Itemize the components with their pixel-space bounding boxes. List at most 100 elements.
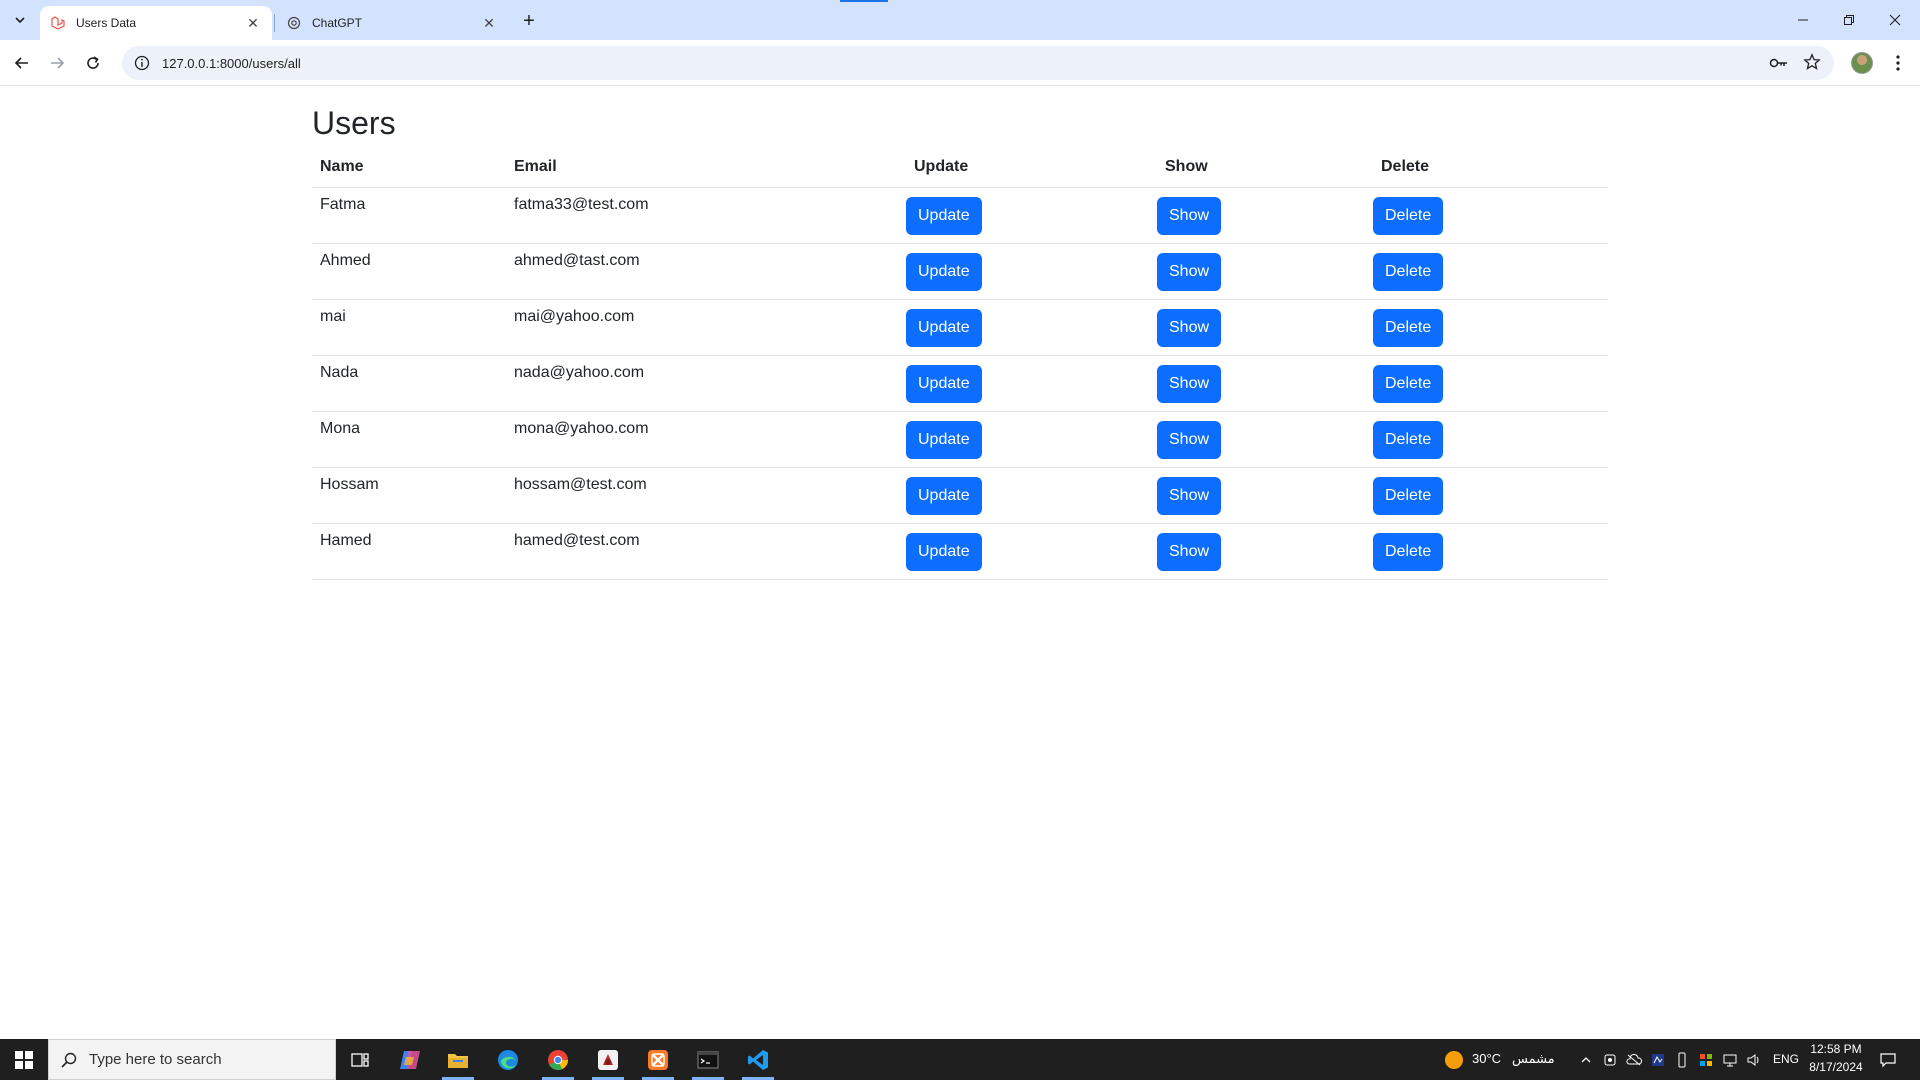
app-red-icon [598, 1049, 618, 1070]
language-indicator[interactable]: ENG [1773, 1052, 1799, 1066]
show-button[interactable]: Show [1157, 420, 1222, 459]
header-email: Email [506, 147, 906, 188]
windows-taskbar: Type here to search 30°C مشمس ENG 12:58 … [0, 1039, 1920, 1080]
tab-strip-indicator [840, 0, 888, 2]
delete-button[interactable]: Delete [1373, 308, 1444, 347]
minimize-button[interactable] [1780, 0, 1826, 40]
show-cell: Show [1157, 355, 1373, 412]
close-icon[interactable]: ✕ [244, 14, 262, 32]
delete-button[interactable]: Delete [1373, 532, 1444, 571]
show-button[interactable]: Show [1157, 252, 1222, 291]
terminal-button[interactable] [684, 1039, 732, 1080]
search-placeholder: Type here to search [89, 1051, 222, 1068]
search-icon [61, 1052, 77, 1068]
delete-button[interactable]: Delete [1373, 196, 1444, 235]
chrome-icon [548, 1049, 569, 1070]
bookmark-star-icon[interactable] [1802, 52, 1822, 72]
site-info-icon[interactable] [134, 55, 150, 71]
edge-button[interactable] [484, 1039, 532, 1080]
url-text[interactable]: 127.0.0.1:8000/users/all [162, 56, 301, 71]
show-button[interactable]: Show [1157, 308, 1222, 347]
user-name: Hossam [312, 467, 506, 524]
table-row: Ahmed ahmed@tast.com Update Show Delete [312, 243, 1608, 300]
close-icon[interactable]: ✕ [480, 14, 498, 32]
show-cell: Show [1157, 243, 1373, 300]
task-view-button[interactable] [336, 1039, 384, 1080]
user-email: hamed@test.com [506, 523, 906, 580]
close-window-button[interactable] [1872, 0, 1918, 40]
taskbar-search-box[interactable]: Type here to search [48, 1039, 336, 1080]
vscode-button[interactable] [734, 1039, 782, 1080]
usb-device-icon[interactable] [1673, 1051, 1691, 1069]
vscode-icon [748, 1049, 768, 1070]
show-button[interactable]: Show [1157, 364, 1222, 403]
delete-cell: Delete [1373, 187, 1608, 244]
tab-users-data[interactable]: Users Data ✕ [40, 6, 272, 40]
restore-icon [1844, 15, 1854, 25]
network-app-icon[interactable] [1649, 1051, 1667, 1069]
users-container: Users Name Email Update Show Delete Fatm… [312, 87, 1608, 580]
delete-cell: Delete [1373, 299, 1608, 356]
restore-button[interactable] [1826, 0, 1872, 40]
copilot-icon [400, 1050, 420, 1069]
red-app-button[interactable] [584, 1039, 632, 1080]
update-button[interactable]: Update [906, 196, 982, 235]
address-bar[interactable]: 127.0.0.1:8000/users/all [122, 46, 1834, 80]
page-title: Users [312, 105, 396, 141]
copilot-button[interactable] [386, 1039, 434, 1080]
delete-cell: Delete [1373, 467, 1608, 524]
update-cell: Update [906, 467, 1157, 524]
back-button[interactable] [9, 50, 35, 76]
chevron-down-icon [15, 17, 25, 24]
user-name: Fatma [312, 187, 506, 244]
delete-button[interactable]: Delete [1373, 476, 1444, 515]
show-cell: Show [1157, 411, 1373, 468]
user-name: Nada [312, 355, 506, 412]
cloud-offline-icon[interactable] [1625, 1051, 1643, 1069]
menu-kebab-icon[interactable] [1888, 53, 1908, 73]
clock-date[interactable]: 8/17/2024 [1806, 1060, 1866, 1074]
password-key-icon[interactable] [1769, 53, 1789, 73]
new-tab-button[interactable]: + [518, 10, 540, 32]
start-button[interactable] [0, 1039, 48, 1080]
tray-app-icon[interactable] [1601, 1051, 1619, 1069]
weather-condition[interactable]: مشمس [1512, 1051, 1555, 1067]
delete-button[interactable]: Delete [1373, 420, 1444, 459]
chevron-up-icon[interactable] [1577, 1051, 1595, 1069]
network-icon[interactable] [1721, 1051, 1739, 1069]
update-button[interactable]: Update [906, 308, 982, 347]
close-icon [1889, 14, 1901, 26]
security-shield-icon[interactable] [1697, 1051, 1715, 1069]
forward-button[interactable] [44, 50, 70, 76]
user-email: hossam@test.com [506, 467, 906, 524]
notification-icon[interactable] [1878, 1050, 1898, 1070]
tab-title: Users Data [76, 16, 137, 30]
delete-button[interactable]: Delete [1373, 364, 1444, 403]
user-email: mai@yahoo.com [506, 299, 906, 356]
update-button[interactable]: Update [906, 420, 982, 459]
show-button[interactable]: Show [1157, 476, 1222, 515]
tab-chatgpt[interactable]: ChatGPT ✕ [276, 6, 508, 40]
table-header-row: Name Email Update Show Delete [312, 147, 1608, 188]
volume-icon[interactable] [1745, 1051, 1763, 1069]
update-button[interactable]: Update [906, 364, 982, 403]
chrome-button[interactable] [534, 1039, 582, 1080]
tab-title: ChatGPT [312, 16, 363, 30]
update-button[interactable]: Update [906, 252, 982, 291]
weather-temperature[interactable]: 30°C [1472, 1051, 1501, 1066]
reload-icon [87, 56, 99, 69]
xampp-button[interactable] [634, 1039, 682, 1080]
page-content: Users Name Email Update Show Delete Fatm… [0, 87, 1920, 1039]
tab-search-button[interactable] [8, 8, 32, 32]
update-button[interactable]: Update [906, 476, 982, 515]
clock-time[interactable]: 12:58 PM [1810, 1042, 1862, 1056]
delete-button[interactable]: Delete [1373, 252, 1444, 291]
weather-sun-icon[interactable] [1444, 1050, 1464, 1070]
reload-button[interactable] [80, 50, 106, 76]
update-button[interactable]: Update [906, 532, 982, 571]
show-button[interactable]: Show [1157, 532, 1222, 571]
profile-avatar[interactable] [1851, 52, 1873, 74]
update-cell: Update [906, 299, 1157, 356]
show-button[interactable]: Show [1157, 196, 1222, 235]
file-explorer-button[interactable] [434, 1039, 482, 1080]
